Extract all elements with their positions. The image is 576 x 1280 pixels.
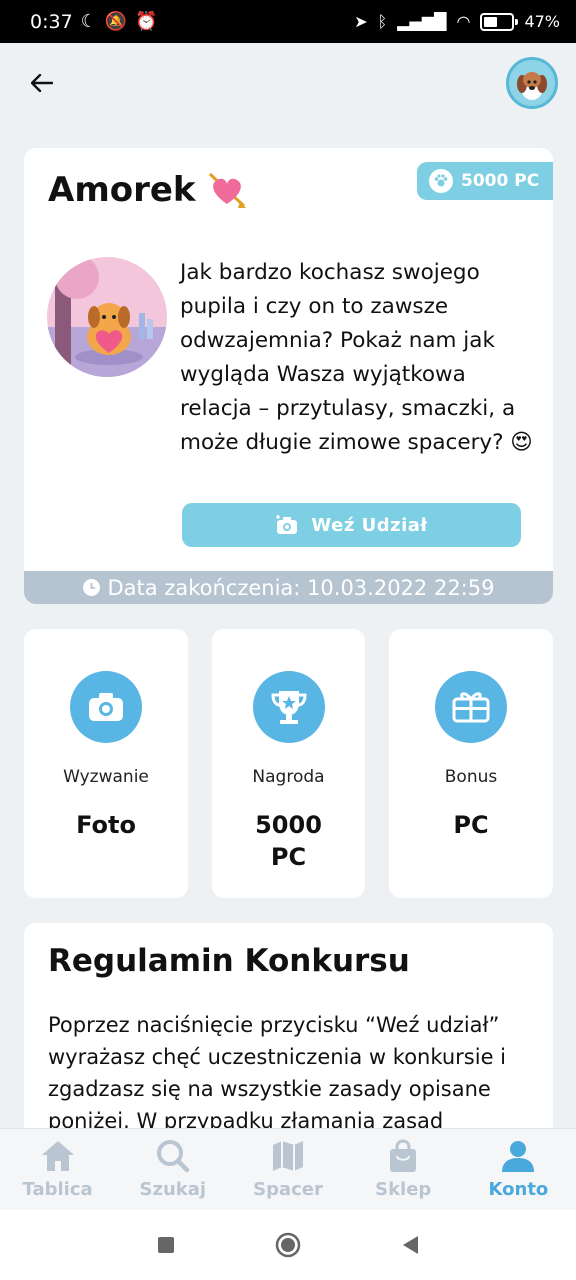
contest-title-row: Amorek [48, 170, 248, 210]
nav-item-label: Spacer [253, 1179, 323, 1200]
stat-label: Bonus [444, 767, 498, 787]
trophy-icon [252, 671, 325, 743]
contest-card: Amorek 5000 PC Jak bardzo kochasz swojeg… [24, 148, 553, 604]
user-icon [502, 1141, 535, 1172]
moon-icon: ☾ [80, 11, 97, 32]
puppy-heart-image [47, 257, 167, 377]
alarm-icon: ⏰ [135, 11, 158, 32]
contest-title: Amorek [48, 170, 196, 210]
avatar[interactable] [506, 57, 558, 109]
join-button-label: Weź Udział [311, 514, 428, 536]
contest-image [47, 257, 167, 377]
heart-arrow-icon [208, 172, 246, 208]
nav-item-label: Konto [488, 1179, 549, 1200]
rules-text: Poprzez naciśnięcie przycisku “Weź udzia… [48, 1013, 507, 1133]
bluetooth-icon: ᛒ [377, 12, 388, 31]
add-photo-icon [276, 515, 298, 534]
gift-card-icon [435, 671, 507, 743]
stat-value: 5000 PC [255, 811, 322, 871]
nav-item-spacer[interactable]: Spacer [230, 1129, 345, 1210]
back-system-button[interactable] [401, 1235, 419, 1255]
home-button[interactable] [275, 1232, 301, 1258]
nav-item-label: Szukaj [139, 1179, 207, 1200]
stat-card-challenge: Wyzwanie Foto [24, 629, 188, 898]
points-badge: 5000 PC [417, 162, 553, 200]
bottom-navigation: Tablica Szukaj Spacer Sklep Konto [0, 1128, 576, 1210]
stat-label: Nagroda [252, 767, 325, 787]
arrow-left-icon [31, 74, 53, 92]
stat-card-prize: Nagroda 5000 PC [212, 629, 365, 898]
search-icon [156, 1140, 190, 1173]
battery-percent: 47% [524, 12, 560, 31]
stat-value: PC [453, 811, 489, 839]
points-badge-label: 5000 PC [461, 171, 540, 191]
nav-item-tablica[interactable]: Tablica [0, 1129, 115, 1210]
back-button[interactable] [26, 67, 58, 99]
deadline-text: Data zakończenia: 10.03.2022 22:59 [107, 575, 495, 600]
system-navigation-bar [0, 1210, 576, 1280]
dog-avatar-icon [509, 60, 555, 106]
map-icon [273, 1141, 303, 1171]
status-time: 0:37 [30, 10, 73, 33]
camera-icon [70, 671, 142, 743]
battery-icon [480, 12, 519, 31]
nav-item-konto[interactable]: Konto [461, 1129, 576, 1210]
recents-button[interactable] [157, 1236, 175, 1254]
stat-value: Foto [76, 811, 136, 839]
home-icon [41, 1141, 74, 1171]
muted-bell-icon: 🔕 [104, 11, 128, 32]
shopping-bag-icon [390, 1139, 417, 1172]
location-icon: ➤ [354, 12, 368, 31]
paw-coin-icon [429, 169, 453, 193]
deadline-bar: Data zakończenia: 10.03.2022 22:59 [24, 571, 553, 604]
wifi-icon: ◠ [456, 12, 471, 31]
top-bar [0, 43, 576, 123]
contest-description: Jak bardzo kochasz swojego pupila i czy … [180, 260, 533, 455]
rules-title: Regulamin Konkursu [48, 943, 410, 979]
stat-label: Wyzwanie [63, 767, 149, 787]
join-button[interactable]: Weź Udział [182, 503, 521, 547]
stat-card-bonus: Bonus PC [389, 629, 553, 898]
nav-item-szukaj[interactable]: Szukaj [115, 1129, 230, 1210]
status-bar: 0:37 ☾ 🔕 ⏰ ➤ ᛒ ▂▄▆█ ◠ 47% [0, 0, 576, 43]
nav-item-label: Sklep [375, 1179, 432, 1200]
clock-icon [82, 579, 100, 596]
signal-icon: ▂▄▆█ [397, 12, 447, 31]
nav-item-sklep[interactable]: Sklep [346, 1129, 461, 1210]
nav-item-label: Tablica [22, 1179, 93, 1200]
